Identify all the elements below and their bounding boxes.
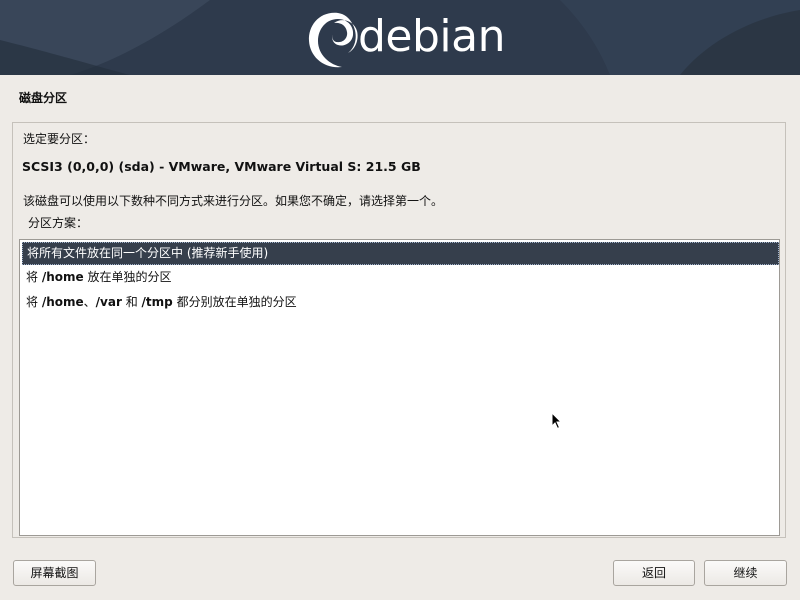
option-text-part: 放在单独的分区 [83,270,172,284]
disk-label: SCSI3 (0,0,0) (sda) - VMware, VMware Vir… [22,159,421,174]
scheme-option-separate-home[interactable]: 将 /home 放在单独的分区 [22,266,779,289]
debian-swirl-icon [308,12,358,68]
description-text: 该磁盘可以使用以下数种不同方式来进行分区。如果您不确定，请选择第一个。 [23,194,444,208]
option-text-part: /tmp [141,295,173,309]
partition-scheme-list[interactable]: 将所有文件放在同一个分区中 (推荐新手使用) 将 /home 放在单独的分区 将… [19,239,780,536]
select-prompt: 选定要分区： [23,132,96,146]
scheme-option-all-in-one[interactable]: 将所有文件放在同一个分区中 (推荐新手使用) [22,242,779,265]
scheme-option-separate-home-var-tmp[interactable]: 将 /home、/var 和 /tmp 都分别放在单独的分区 [22,291,779,314]
option-text-part: /home [41,270,84,284]
header-banner: debian [0,0,800,75]
continue-button[interactable]: 继续 [704,560,787,586]
debian-logo-text: debian [358,11,506,62]
option-text-part: 、 [83,295,96,309]
option-text-part: 都分别放在单独的分区 [172,295,297,309]
page-title: 磁盘分区 [19,91,68,105]
option-text-part: /home [41,295,84,309]
option-text-part: 和 [121,295,142,309]
option-text-part: 将所有文件放在同一个分区中 (推荐新手使用) [27,246,269,260]
option-text-part: /var [95,295,122,309]
option-text-part: 将 [26,270,42,284]
back-button[interactable]: 返回 [613,560,695,586]
scheme-label: 分区方案： [28,216,89,230]
option-text-part: 将 [26,295,42,309]
screenshot-button[interactable]: 屏幕截图 [13,560,96,586]
mouse-cursor-icon [551,412,563,430]
